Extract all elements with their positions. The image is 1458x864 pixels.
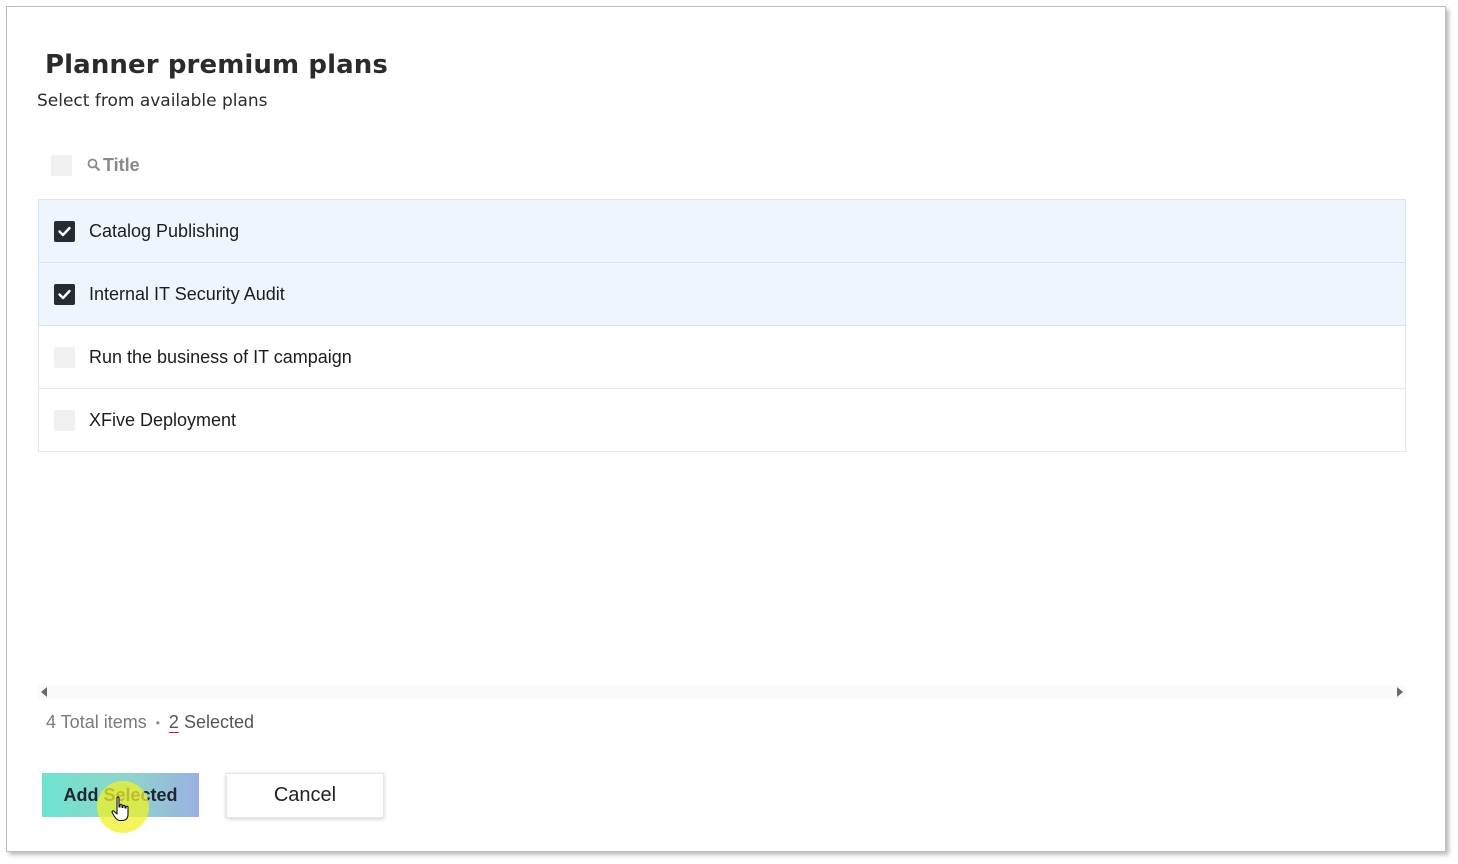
row-label: XFive Deployment <box>89 409 237 430</box>
row-label: Catalog Publishing <box>89 220 240 241</box>
check-icon <box>58 226 71 236</box>
row-checkbox[interactable] <box>54 283 75 305</box>
scroll-right-icon[interactable] <box>1397 687 1403 697</box>
horizontal-scrollbar[interactable] <box>38 685 1406 699</box>
search-icon[interactable] <box>87 158 101 172</box>
plan-list: Catalog Publishing Internal IT Security … <box>38 199 1406 452</box>
row-label: Run the business of IT campaign <box>89 346 352 367</box>
selected-label: Selected <box>183 712 254 732</box>
table-row[interactable]: Catalog Publishing <box>38 200 1406 263</box>
selected-count[interactable]: 2 <box>169 712 179 733</box>
total-items-text: 4 Total items <box>46 712 147 732</box>
status-separator: • <box>155 715 160 730</box>
table-row[interactable]: XFive Deployment <box>38 389 1406 452</box>
row-checkbox[interactable] <box>54 346 75 368</box>
dialog-subtitle: Select from available plans <box>37 91 268 111</box>
add-selected-button[interactable]: Add Selected <box>42 773 199 817</box>
row-checkbox[interactable] <box>54 220 75 242</box>
dialog-title: Planner premium plans <box>45 50 388 80</box>
dialog-window: Planner premium plans Select from availa… <box>6 6 1446 852</box>
select-all-checkbox[interactable] <box>51 154 72 176</box>
row-checkbox[interactable] <box>54 409 75 431</box>
table-row[interactable]: Run the business of IT campaign <box>38 326 1406 389</box>
title-column-header[interactable]: Title <box>87 155 140 176</box>
table-row[interactable]: Internal IT Security Audit <box>38 263 1406 326</box>
table-header: Title <box>38 147 1406 183</box>
check-icon <box>58 289 71 299</box>
row-label: Internal IT Security Audit <box>89 283 285 304</box>
scroll-left-icon[interactable] <box>41 687 47 697</box>
cancel-button[interactable]: Cancel <box>226 773 384 818</box>
title-column-label: Title <box>103 154 140 175</box>
status-bar: 4 Total items • 2 Selected <box>46 712 254 733</box>
